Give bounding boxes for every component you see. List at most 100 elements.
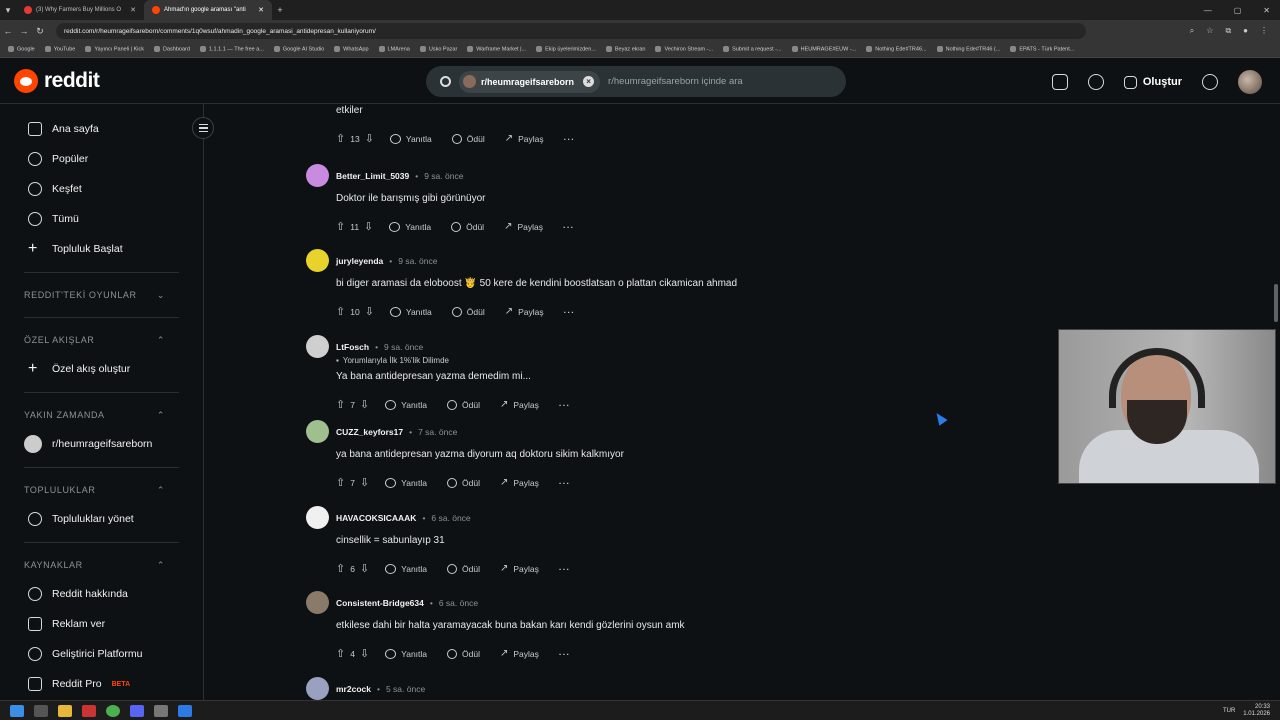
more-options-button[interactable]: ··· [564, 134, 576, 144]
sidebar-item-home[interactable]: Ana sayfa [0, 114, 203, 144]
share-button[interactable]: ↗ Paylaş [505, 306, 544, 317]
search-icon[interactable] [34, 704, 48, 717]
downvote-icon[interactable]: ⇩ [365, 305, 374, 318]
award-button[interactable]: Ödül [451, 133, 485, 144]
extensions-icon[interactable]: ⧉ [1225, 26, 1231, 36]
bookmark-item[interactable]: HEUMRAGE#EUW -... [791, 46, 856, 53]
upvote-icon[interactable]: ⇧ [336, 647, 345, 660]
share-button[interactable]: ↗ Paylaş [505, 133, 544, 144]
more-options-button[interactable]: ··· [559, 478, 571, 488]
upvote-icon[interactable]: ⇧ [336, 132, 345, 145]
reply-button[interactable]: Yanıtla [385, 477, 427, 488]
tab-search-icon[interactable]: ▾ [0, 5, 16, 16]
bookmark-item[interactable]: 1.1.1.1 — The free a... [199, 46, 264, 53]
reply-button[interactable]: Yanıtla [389, 221, 431, 232]
share-button[interactable]: ↗ Paylaş [504, 221, 543, 232]
bookmark-item[interactable]: Submit a request -... [723, 46, 782, 53]
share-button[interactable]: ↗ Paylaş [500, 563, 539, 574]
sidebar-item-advertise[interactable]: Reklam ver [0, 609, 203, 639]
back-icon[interactable]: ← [0, 26, 16, 36]
sidebar-item-all[interactable]: Tümü [0, 204, 203, 234]
more-options-button[interactable]: ··· [559, 400, 571, 410]
award-button[interactable]: Ödül [447, 563, 480, 574]
browser-tab-active[interactable]: Ahmad'ın google araması "anti ✕ [144, 0, 272, 20]
user-avatar[interactable] [306, 335, 329, 358]
upvote-icon[interactable]: ⇧ [336, 562, 345, 575]
downvote-icon[interactable]: ⇩ [360, 476, 369, 489]
maximize-icon[interactable]: ▢ [1234, 6, 1242, 15]
downvote-icon[interactable]: ⇩ [360, 647, 369, 660]
sidebar-item-recent-subreddit[interactable]: r/heumrageifsareborn [0, 429, 203, 459]
section-communities[interactable]: TOPLULUKLAR ⌃ [0, 476, 203, 504]
close-window-icon[interactable]: ✕ [1263, 6, 1270, 15]
bookmark-item[interactable]: Beyaz ekran [605, 46, 645, 53]
downvote-icon[interactable]: ⇩ [360, 398, 369, 411]
bookmark-item[interactable]: Google AI Studio [273, 46, 324, 53]
share-button[interactable]: ↗ Paylaş [500, 477, 539, 488]
explorer-icon[interactable] [58, 704, 72, 717]
comment-username[interactable]: CUZZ_keyfors17 [336, 427, 403, 437]
more-options-button[interactable]: ··· [559, 649, 571, 659]
sidebar-item-create-feed[interactable]: + Özel akış oluştur [0, 354, 203, 384]
reddit-logo[interactable]: reddit [14, 68, 100, 93]
award-button[interactable]: Ödül [447, 477, 480, 488]
bookmark-item[interactable]: Nothing Ede#TR46... [866, 46, 927, 53]
create-button[interactable]: Oluştur [1123, 75, 1182, 89]
search-input[interactable]: r/heumrageifsareborn içinde ara [608, 76, 743, 87]
bookmark-item[interactable]: Vechiron Stream -... [655, 46, 713, 53]
award-button[interactable]: Ödül [447, 399, 480, 410]
reply-button[interactable]: Yanıtla [385, 399, 427, 410]
clear-chip-icon[interactable]: × [583, 76, 595, 87]
upvote-icon[interactable]: ⇧ [336, 220, 345, 233]
profile-icon[interactable]: ● [1243, 26, 1248, 36]
more-options-button[interactable]: ··· [563, 222, 575, 232]
forward-icon[interactable]: → [16, 26, 32, 36]
share-button[interactable]: ↗ Paylaş [500, 648, 539, 659]
bookmark-item[interactable]: WhatsApp [334, 46, 369, 53]
comment-username[interactable]: Consistent-Bridge634 [336, 598, 424, 608]
address-input[interactable]: reddit.com/r/heumrageifsareborn/comments… [56, 23, 1086, 39]
section-recent[interactable]: YAKIN ZAMANDA ⌃ [0, 401, 203, 429]
bookmark-item[interactable]: Usko Pazar [419, 46, 457, 53]
bookmark-item[interactable]: Ekip üyelerimizden... [536, 46, 596, 53]
upvote-icon[interactable]: ⇧ [336, 476, 345, 489]
section-resources[interactable]: KAYNAKLAR ⌃ [0, 551, 203, 579]
minimize-icon[interactable]: — [1204, 6, 1212, 15]
sidebar-item-explore[interactable]: Keşfet [0, 174, 203, 204]
zoom-icon[interactable]: ⌕ [1190, 26, 1194, 36]
comment-username[interactable]: Better_Limit_5039 [336, 171, 409, 181]
reload-icon[interactable]: ↻ [32, 26, 48, 37]
notifications-bell-icon[interactable] [1202, 74, 1218, 90]
user-avatar[interactable] [306, 420, 329, 443]
user-avatar[interactable] [306, 677, 329, 700]
user-avatar[interactable] [306, 506, 329, 529]
user-avatar[interactable] [1238, 70, 1262, 94]
browser-tab[interactable]: (3) Why Farmers Buy Millions O ✕ [16, 0, 144, 20]
user-avatar[interactable] [306, 249, 329, 272]
more-options-button[interactable]: ··· [564, 307, 576, 317]
reply-button[interactable]: Yanıtla [389, 306, 432, 317]
comment-username[interactable]: LtFosch [336, 342, 369, 352]
downvote-icon[interactable]: ⇩ [360, 562, 369, 575]
award-button[interactable]: Ödül [451, 306, 485, 317]
close-tab-icon[interactable]: ✕ [258, 6, 264, 14]
bookmark-item[interactable]: Yayıncı Paneli | Kick [85, 46, 144, 53]
section-games[interactable]: REDDIT'TEKİ OYUNLAR ⌄ [0, 281, 203, 309]
bookmark-item[interactable]: EPATS - Türk Patent... [1010, 46, 1074, 53]
search-bar[interactable]: r/heumrageifsareborn × r/heumrageifsareb… [426, 66, 846, 97]
sidebar-item-manage-communities[interactable]: Toplulukları yönet [0, 504, 203, 534]
sidebar-item-popular[interactable]: Popüler [0, 144, 203, 174]
comment-username[interactable]: juryleyenda [336, 256, 383, 266]
upvote-icon[interactable]: ⇧ [336, 305, 345, 318]
bookmark-item[interactable]: Google [8, 46, 35, 53]
bookmark-item[interactable]: YouTube [44, 46, 75, 53]
bookmark-item[interactable]: LMArena [378, 46, 410, 53]
upvote-icon[interactable]: ⇧ [336, 398, 345, 411]
sidebar-item-about[interactable]: Reddit hakkında [0, 579, 203, 609]
chat-icon[interactable] [1087, 74, 1104, 90]
chrome-icon[interactable] [106, 704, 120, 717]
reply-button[interactable]: Yanıtla [385, 648, 427, 659]
app-icon[interactable] [82, 704, 96, 717]
app-icon[interactable] [178, 704, 192, 717]
sidebar-item-reddit-pro[interactable]: Reddit Pro BETA [0, 669, 203, 699]
